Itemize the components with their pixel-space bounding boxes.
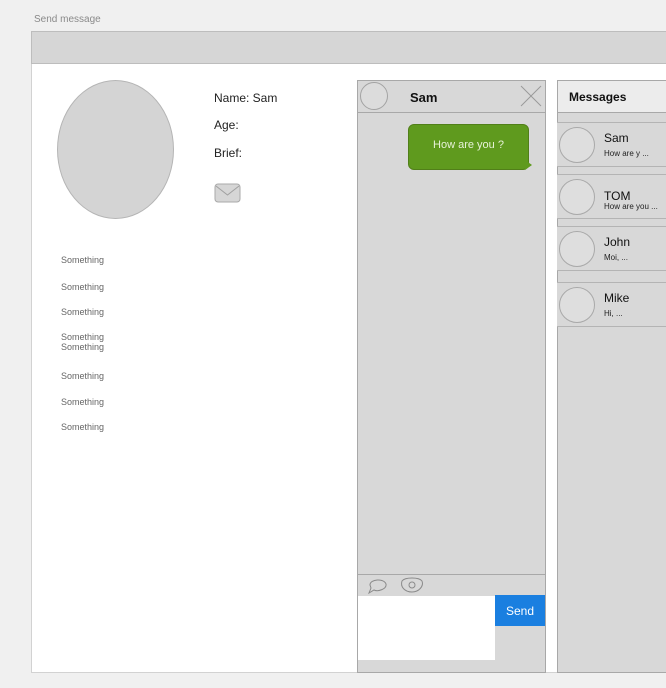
chat-avatar bbox=[360, 82, 388, 110]
page-label: Send message bbox=[34, 14, 101, 25]
sidebar-item[interactable]: Something bbox=[61, 255, 104, 265]
sidebar-item[interactable]: Something bbox=[61, 422, 104, 432]
avatar bbox=[559, 179, 595, 215]
sidebar-item[interactable]: Something bbox=[61, 282, 104, 292]
sidebar-item[interactable]: Something bbox=[61, 397, 104, 407]
conversation-name: Sam bbox=[604, 131, 629, 145]
conversation-name: Mike bbox=[604, 291, 630, 305]
send-button[interactable]: Send bbox=[495, 595, 545, 626]
profile-name: Name: Sam bbox=[214, 91, 278, 105]
message-input[interactable] bbox=[358, 596, 495, 660]
conversation-item-john[interactable]: John Moi, ... bbox=[557, 226, 666, 271]
conversation-preview: How are you ... bbox=[604, 202, 658, 211]
messages-title: Messages bbox=[569, 90, 627, 104]
chat-title: Sam bbox=[410, 90, 438, 105]
conversation-item-mike[interactable]: Mike Hi, ... bbox=[557, 282, 666, 327]
conversation-name: TOM bbox=[604, 189, 631, 203]
sidebar-item[interactable]: Something Something bbox=[61, 332, 104, 352]
profile-age: Age: bbox=[214, 118, 239, 132]
conversation-preview: Moi, ... bbox=[604, 253, 629, 262]
conversation-preview: How are y ... bbox=[604, 149, 649, 158]
close-icon[interactable] bbox=[520, 85, 542, 107]
sidebar-item[interactable]: Something bbox=[61, 307, 104, 317]
avatar bbox=[559, 231, 595, 267]
avatar bbox=[559, 127, 595, 163]
messages-panel bbox=[557, 80, 666, 673]
conversation-preview: Hi, ... bbox=[604, 309, 623, 318]
avatar bbox=[559, 287, 595, 323]
profile-brief: Brief: bbox=[214, 146, 243, 160]
conversation-name: John bbox=[604, 235, 631, 249]
mail-icon[interactable] bbox=[214, 182, 242, 204]
conversation-item-tom[interactable]: TOM How are you ... bbox=[557, 174, 666, 219]
sidebar-item[interactable]: Something bbox=[61, 371, 104, 381]
emoji-icon[interactable] bbox=[399, 576, 425, 594]
bubble-tail bbox=[525, 160, 532, 170]
top-bar bbox=[31, 31, 666, 64]
sticker-icon[interactable] bbox=[366, 576, 390, 594]
conversation-item-sam[interactable]: Sam How are y ... bbox=[557, 122, 666, 167]
message-bubble: How are you ? bbox=[408, 124, 529, 170]
profile-avatar bbox=[57, 80, 174, 219]
